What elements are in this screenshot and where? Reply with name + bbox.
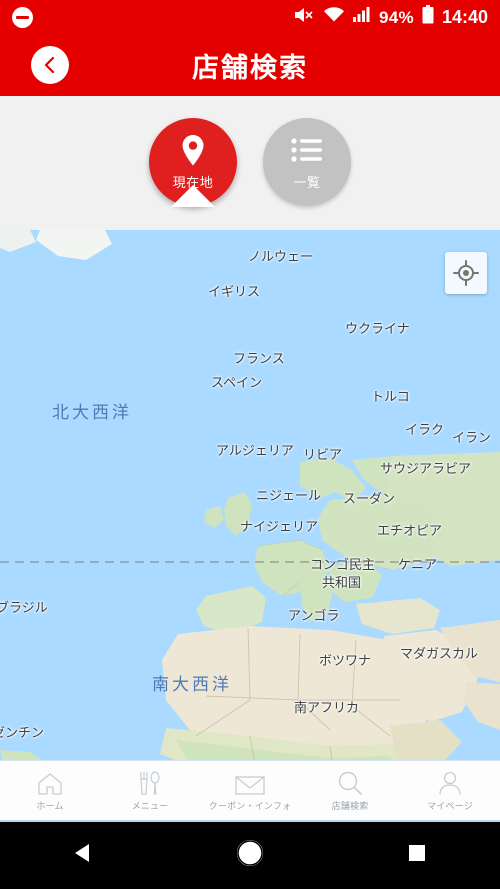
status-bar-clock: 14:40 [441, 6, 488, 27]
status-bar-right: 94% 14:40 [293, 5, 488, 29]
bottom-tab-bar: ホーム メニュー クーポン・インフォ 店舗検索 マイページ [0, 760, 500, 822]
tab-label: 店舗検索 [331, 800, 369, 811]
android-recents-button[interactable] [377, 832, 457, 880]
cellular-signal-icon [353, 6, 371, 28]
mode-button-current-location[interactable]: 現在地 [149, 118, 237, 207]
person-icon [437, 770, 463, 796]
tab-label: クーポン・インフォ [208, 800, 292, 811]
home-circle-icon [234, 837, 266, 874]
envelope-icon [235, 770, 265, 796]
wifi-icon [323, 6, 345, 28]
map-pin-icon [178, 133, 208, 169]
battery-percent-label: 94% [379, 7, 414, 27]
tab-label: ホーム [36, 800, 64, 811]
recents-square-icon [405, 841, 429, 870]
magnifier-icon [337, 770, 363, 796]
android-home-button[interactable] [210, 832, 290, 880]
tab-coupon-info[interactable]: クーポン・インフォ [200, 761, 300, 820]
back-button[interactable] [31, 46, 69, 84]
tab-my-page[interactable]: マイページ [400, 761, 500, 820]
status-bar-left [12, 6, 33, 28]
home-icon [37, 770, 63, 796]
android-navigation-bar [0, 822, 500, 889]
my-location-button[interactable] [445, 252, 487, 294]
mode-button-list[interactable]: 一覧 [263, 118, 351, 206]
back-triangle-icon [69, 839, 97, 872]
mode-button-pointer [171, 185, 215, 207]
page-title: 店舗検索 [192, 52, 308, 83]
tab-label: マイページ [427, 800, 473, 811]
mode-button-label: 一覧 [293, 175, 321, 190]
app-header: 店舗検索 [0, 34, 500, 96]
status-bar: 94% 14:40 [0, 0, 500, 34]
do-not-disturb-icon [12, 6, 33, 28]
tab-store-search[interactable]: 店舗検索 [300, 761, 400, 820]
tab-menu[interactable]: メニュー [100, 761, 200, 820]
fork-spoon-icon [137, 770, 163, 796]
volume-mute-icon [293, 6, 315, 29]
map-canvas[interactable]: 北大西洋 南大西洋 ノルウェー イギリス ウクライナ フランス スペイン トルコ… [0, 230, 500, 760]
tab-label: メニュー [131, 800, 169, 811]
map-mode-toolbar: 現在地 一覧 [0, 96, 500, 230]
phone-screen: 94% 14:40 店舗検索 現在地 一覧 北大西洋 南大西洋 ノルウェー イギ… [0, 0, 500, 889]
map-geometry [0, 230, 500, 760]
my-location-crosshair-icon [453, 260, 479, 286]
android-back-button[interactable] [43, 832, 123, 880]
battery-icon [422, 5, 434, 29]
tab-home[interactable]: ホーム [0, 761, 100, 820]
chevron-left-icon [40, 55, 60, 75]
list-icon [290, 133, 324, 169]
